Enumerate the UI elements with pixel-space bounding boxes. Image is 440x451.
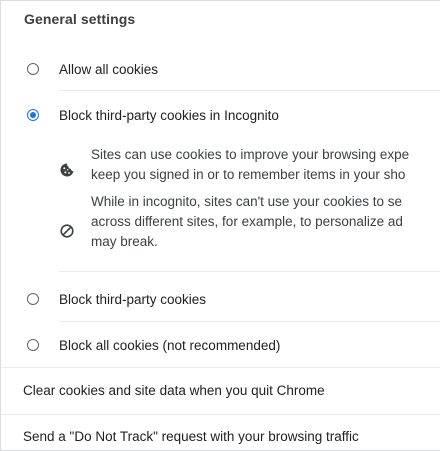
radio-block-third-party-incognito[interactable]: Block third-party cookies in Incognito — [1, 95, 440, 135]
radio-button-unchecked[interactable] — [27, 339, 39, 351]
info-line: may break. — [91, 234, 158, 249]
radio-label: Block third-party cookies — [59, 291, 207, 307]
divider — [59, 90, 440, 91]
info-line: While in incognito, sites can't use your… — [91, 194, 402, 209]
divider — [59, 271, 440, 272]
cookie-icon — [60, 163, 74, 177]
radio-block-third-party-cookies[interactable]: Block third-party cookies — [1, 279, 440, 319]
radio-block-all-cookies[interactable]: Block all cookies (not recommended) — [1, 325, 440, 365]
info-line: Sites can use cookies to improve your br… — [91, 147, 410, 162]
do-not-track-label: Send a "Do Not Track" request with your … — [23, 429, 359, 444]
cookie-settings-panel: General settings Allow all cookies Block… — [0, 0, 440, 451]
incognito-block-info-text: While in incognito, sites can't use your… — [91, 192, 403, 252]
info-line: across different sites, for example, to … — [91, 214, 403, 229]
clear-on-quit-label: Clear cookies and site data when you qui… — [23, 383, 325, 398]
radio-button-checked[interactable] — [27, 109, 39, 121]
radio-allow-all-cookies[interactable]: Allow all cookies — [1, 49, 440, 89]
radio-button-unchecked[interactable] — [27, 63, 39, 75]
radio-label: Block all cookies (not recommended) — [59, 337, 281, 353]
info-line: keep you signed in or to remember items … — [91, 167, 406, 182]
divider — [59, 321, 440, 322]
radio-button-unchecked[interactable] — [27, 293, 39, 305]
block-icon — [60, 224, 74, 238]
section-title: General settings — [24, 11, 136, 27]
radio-label: Allow all cookies — [59, 61, 159, 77]
radio-label: Block third-party cookies in Incognito — [59, 107, 279, 123]
cookie-info-text: Sites can use cookies to improve your br… — [91, 145, 409, 185]
